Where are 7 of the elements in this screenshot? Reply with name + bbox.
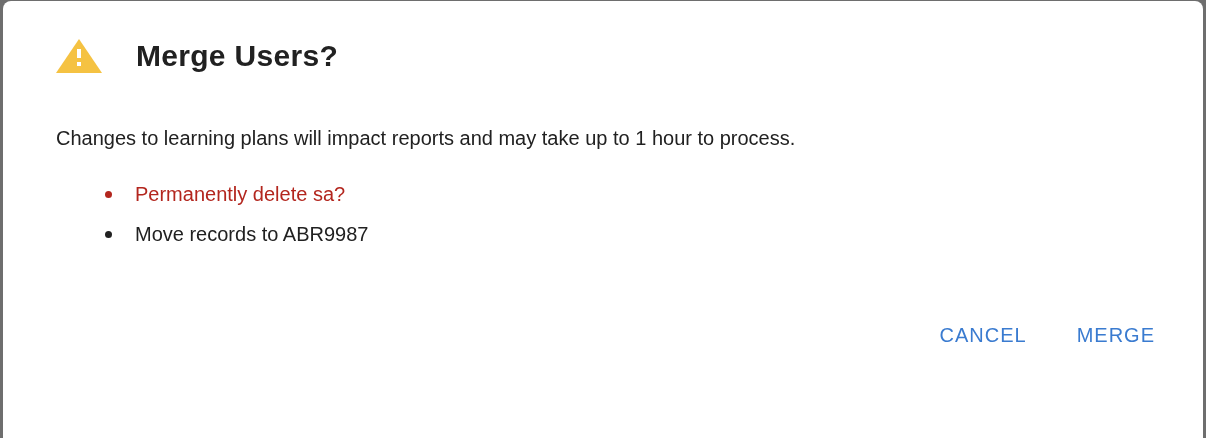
list-item-text: Permanently delete sa? [135, 182, 346, 207]
list-item-text: Move records to ABR9987 [135, 222, 369, 247]
dialog-button[interactable]: CANCEL [927, 316, 1039, 355]
warning-icon [56, 39, 102, 73]
dialog-message: Changes to learning plans will impact reports and may take up to 1 hour to process. [56, 126, 797, 151]
dialog-button[interactable]: MERGE [1064, 316, 1167, 355]
dialog-title: Merge Users? [136, 39, 338, 73]
